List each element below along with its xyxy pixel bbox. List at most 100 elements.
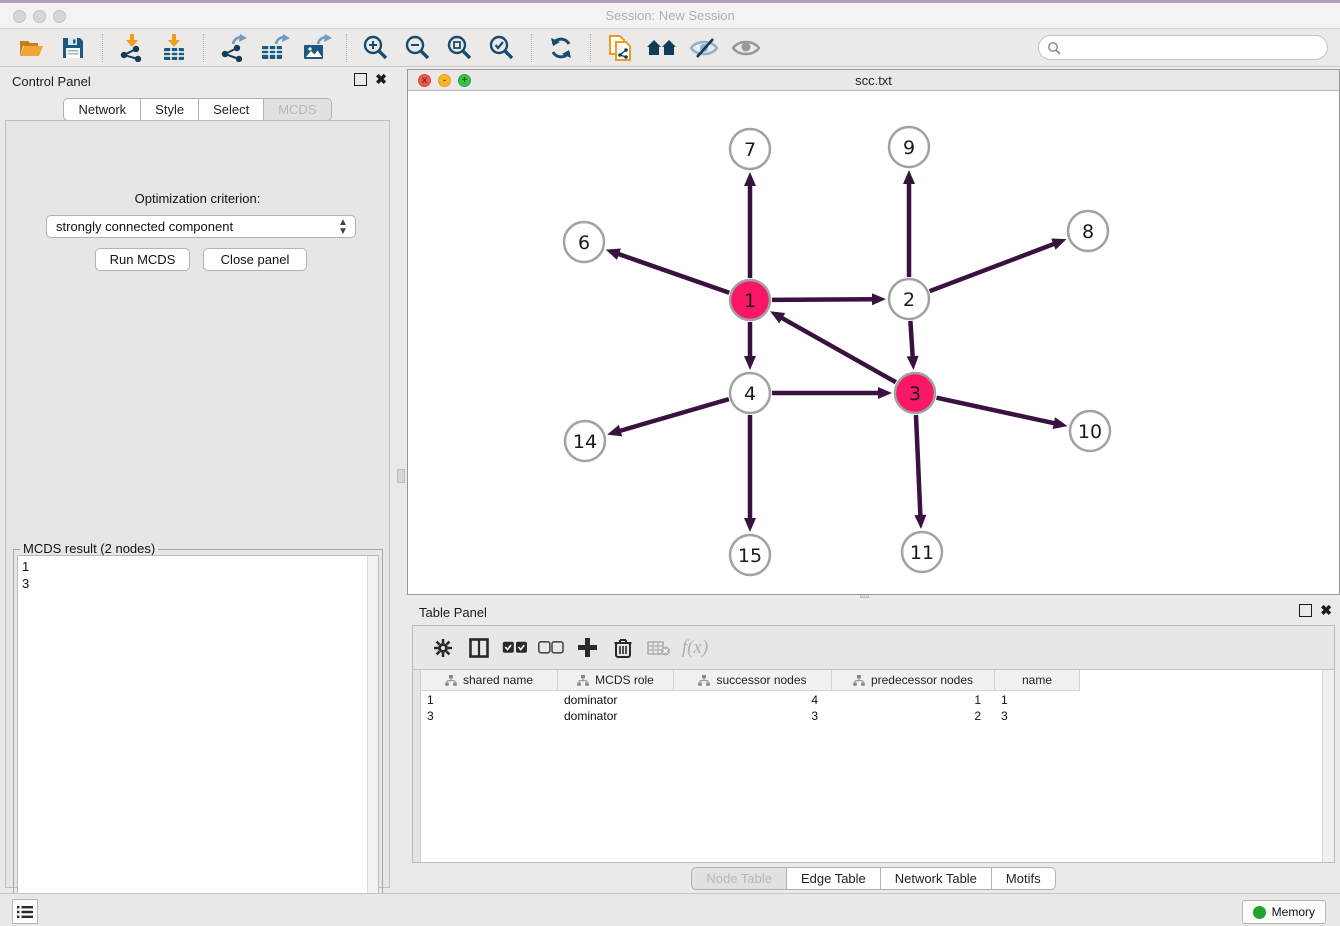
table-header-row: shared name MCDS role successor nodes pr… — [421, 670, 1080, 691]
control-panel-float-button[interactable] — [354, 73, 367, 86]
edge-arrowhead — [903, 170, 915, 184]
splitter-grip[interactable] — [397, 469, 405, 483]
edge-arrowhead — [872, 293, 886, 305]
zoom-selected-icon[interactable] — [485, 33, 519, 63]
table-row[interactable]: 1 dominator 4 1 1 — [421, 692, 1080, 708]
export-image-icon[interactable] — [300, 33, 334, 63]
toolbar-separator — [346, 34, 347, 62]
cell-mcds-role[interactable]: dominator — [558, 708, 674, 724]
export-network-icon[interactable] — [216, 33, 250, 63]
home-icon[interactable] — [645, 33, 679, 63]
graph-node-label: 11 — [910, 542, 934, 564]
zoom-fit-icon[interactable] — [443, 33, 477, 63]
memory-label: Memory — [1272, 905, 1315, 919]
column-header-name[interactable]: name — [995, 670, 1080, 691]
tab-node-table[interactable]: Node Table — [691, 867, 787, 890]
run-mcds-button[interactable]: Run MCDS — [95, 248, 190, 271]
close-panel-button[interactable]: Close panel — [203, 248, 307, 271]
status-bar: Memory — [0, 893, 1340, 926]
table-panel-float-button[interactable] — [1299, 604, 1312, 617]
tab-motifs[interactable]: Motifs — [992, 867, 1056, 890]
table-row[interactable]: 3 dominator 3 2 3 — [421, 708, 1080, 724]
task-history-button[interactable] — [12, 899, 38, 924]
control-panel-close-button[interactable]: ✖ — [375, 73, 387, 86]
memory-button[interactable]: Memory — [1242, 900, 1326, 924]
hide-icon[interactable] — [687, 33, 721, 63]
mcds-result-list[interactable]: 1 3 — [17, 555, 379, 926]
result-node-id: 1 — [22, 558, 374, 575]
edge-arrowhead — [1051, 239, 1066, 250]
graph-node-label: 1 — [744, 290, 756, 312]
toolbar-separator — [203, 34, 204, 62]
import-table-icon[interactable] — [157, 33, 191, 63]
cell-predecessor-nodes[interactable]: 1 — [832, 692, 995, 708]
main-toolbar — [0, 29, 1340, 67]
control-panel-tabs: Network Style Select MCDS — [0, 98, 395, 121]
create-column-icon[interactable] — [569, 633, 605, 663]
edge-2-8[interactable] — [930, 243, 1056, 291]
table-scrollbar[interactable] — [1322, 670, 1334, 862]
column-label: successor nodes — [716, 673, 806, 687]
edge-arrowhead — [914, 515, 926, 529]
tab-mcds[interactable]: MCDS — [264, 98, 331, 121]
import-network-icon[interactable] — [115, 33, 149, 63]
tab-style[interactable]: Style — [141, 98, 199, 121]
zoom-out-icon[interactable] — [401, 33, 435, 63]
graph-node-label: 7 — [744, 139, 756, 161]
cell-shared-name[interactable]: 1 — [421, 692, 558, 708]
edge-arrowhead — [907, 356, 919, 370]
toolbar-separator — [590, 34, 591, 62]
edge-1-2[interactable] — [772, 299, 874, 300]
tab-network[interactable]: Network — [63, 98, 141, 121]
export-table-icon[interactable] — [258, 33, 292, 63]
select-all-columns-icon[interactable] — [497, 633, 533, 663]
open-icon[interactable] — [14, 33, 48, 63]
table-settings-gear-icon[interactable] — [425, 633, 461, 663]
save-icon[interactable] — [56, 33, 90, 63]
graph-node-label: 3 — [909, 383, 921, 405]
titlebar: Session: New Session — [0, 3, 1340, 29]
selected-option: strongly connected component — [47, 219, 335, 234]
edge-1-6[interactable] — [617, 254, 729, 293]
mcds-panel: Optimization criterion: strongly connect… — [5, 120, 390, 888]
clone-network-icon[interactable] — [603, 33, 637, 63]
column-header-shared-name[interactable]: shared name — [421, 670, 558, 691]
tab-network-table[interactable]: Network Table — [881, 867, 992, 890]
edge-2-3[interactable] — [910, 321, 912, 358]
edge-3-1[interactable] — [780, 317, 895, 382]
delete-column-trash-icon[interactable] — [605, 633, 641, 663]
zoom-in-icon[interactable] — [359, 33, 393, 63]
refresh-icon[interactable] — [544, 33, 578, 63]
unselect-all-columns-icon[interactable] — [533, 633, 569, 663]
tab-edge-table[interactable]: Edge Table — [787, 867, 881, 890]
cell-shared-name[interactable]: 3 — [421, 708, 558, 724]
column-header-mcds-role[interactable]: MCDS role — [558, 670, 674, 691]
search-field[interactable] — [1038, 35, 1328, 60]
table-panel-close-button[interactable]: ✖ — [1320, 604, 1332, 617]
column-label: shared name — [463, 673, 533, 687]
network-canvas[interactable]: 1234678910111415 — [408, 91, 1339, 594]
cell-name[interactable]: 3 — [995, 708, 1080, 724]
cell-mcds-role[interactable]: dominator — [558, 692, 674, 708]
cell-name[interactable]: 1 — [995, 692, 1080, 708]
show-column-panel-icon[interactable] — [461, 633, 497, 663]
column-type-icon — [698, 675, 710, 686]
node-table: shared name MCDS role successor nodes pr… — [413, 670, 1334, 862]
cell-successor-nodes[interactable]: 3 — [674, 708, 832, 724]
vertical-splitter[interactable] — [395, 67, 407, 893]
result-scrollbar[interactable] — [367, 556, 378, 926]
edge-3-11[interactable] — [916, 415, 920, 517]
edge-arrowhead — [744, 518, 756, 532]
edge-3-10[interactable] — [936, 398, 1055, 424]
column-header-successor-nodes[interactable]: successor nodes — [674, 670, 832, 691]
table-tabs: Node Table Edge Table Network Table Moti… — [407, 867, 1340, 890]
edge-4-14[interactable] — [619, 399, 729, 431]
show-icon[interactable] — [729, 33, 763, 63]
optimization-criterion-select[interactable]: strongly connected component ▲▼ — [46, 215, 356, 238]
column-header-predecessor-nodes[interactable]: predecessor nodes — [832, 670, 995, 691]
network-window-titlebar[interactable]: x - + scc.txt — [408, 70, 1339, 91]
tab-select[interactable]: Select — [199, 98, 264, 121]
cell-successor-nodes[interactable]: 4 — [674, 692, 832, 708]
cell-predecessor-nodes[interactable]: 2 — [832, 708, 995, 724]
search-input[interactable] — [1065, 40, 1327, 55]
